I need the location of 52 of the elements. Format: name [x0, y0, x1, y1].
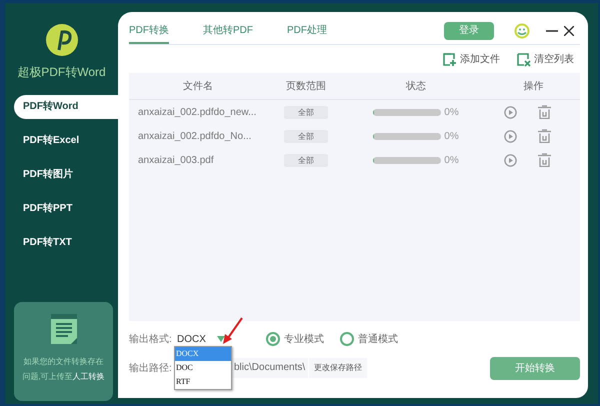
manual-convert-link[interactable]: 人工转换 — [72, 372, 105, 381]
play-icon[interactable] — [504, 130, 517, 142]
file-name: anxaizai_002.pdfdo_No... — [137, 130, 252, 142]
progress-bar — [373, 156, 442, 164]
logo-icon — [44, 23, 78, 57]
path-label: 输出路径: — [129, 362, 173, 375]
format-label: 输出格式: — [129, 332, 173, 346]
app-title: 超极PDF转Word — [17, 64, 106, 81]
sidebar-item[interactable]: PDF转图片 — [14, 163, 118, 187]
column-header: 页数范围 — [285, 80, 327, 93]
trash-icon[interactable] — [538, 153, 551, 167]
tab[interactable]: 其他转PDF — [203, 18, 253, 44]
play-icon[interactable] — [504, 154, 517, 166]
radio-label: 普通模式 — [358, 332, 398, 346]
path-field[interactable]: blic\Documents\ — [232, 358, 308, 378]
sidebar-item[interactable]: PDF转Excel — [14, 129, 118, 153]
column-header: 状态 — [405, 80, 427, 93]
progress-reading: 0% — [444, 154, 459, 166]
progress-reading: 0% — [444, 106, 459, 118]
help-text: 如果您的文件转换存在问题,可上传至人工转换 — [21, 356, 106, 383]
trash-icon[interactable] — [538, 105, 551, 119]
sidebar-item[interactable]: PDF转PPT — [14, 197, 118, 221]
page-range-button[interactable]: 全部 — [284, 154, 328, 166]
tab[interactable]: PDF处理 — [287, 18, 327, 44]
progress-bar — [373, 108, 442, 116]
progress-reading: 0% — [444, 130, 459, 142]
smiley-icon[interactable] — [514, 23, 530, 39]
progress-bar — [373, 132, 442, 140]
radio-label: 专业模式 — [284, 332, 324, 346]
clear-list-icon — [516, 52, 531, 66]
radio-button[interactable] — [340, 332, 354, 346]
annotation-arrow — [222, 317, 244, 345]
trash-icon[interactable] — [538, 129, 551, 143]
file-name: anxaizai_002.pdfdo_new... — [137, 106, 258, 118]
toolbar-button[interactable]: 添加文件 — [442, 52, 500, 66]
sidebar-item[interactable]: PDF转TXT — [14, 231, 118, 255]
close-icon[interactable] — [564, 26, 574, 36]
add-file-icon — [442, 52, 457, 66]
page-range-button[interactable]: 全部 — [284, 130, 328, 142]
play-icon[interactable] — [504, 106, 517, 118]
document-icon — [50, 314, 76, 344]
file-name: anxaizai_003.pdf — [137, 154, 215, 166]
change-path-button[interactable]: 更改保存路径 — [309, 358, 368, 378]
dropdown-option[interactable]: RTF — [175, 375, 231, 389]
dropdown-option[interactable]: DOC — [175, 361, 231, 375]
toolbar-button[interactable]: 清空列表 — [516, 52, 574, 66]
page-range-button[interactable]: 全部 — [284, 106, 328, 118]
tab[interactable]: PDF转换 — [129, 18, 169, 44]
radio-button[interactable] — [266, 332, 280, 346]
column-header: 文件名 — [182, 80, 214, 93]
column-header: 操作 — [522, 80, 544, 93]
sidebar-item[interactable]: PDF转Word — [14, 95, 118, 119]
